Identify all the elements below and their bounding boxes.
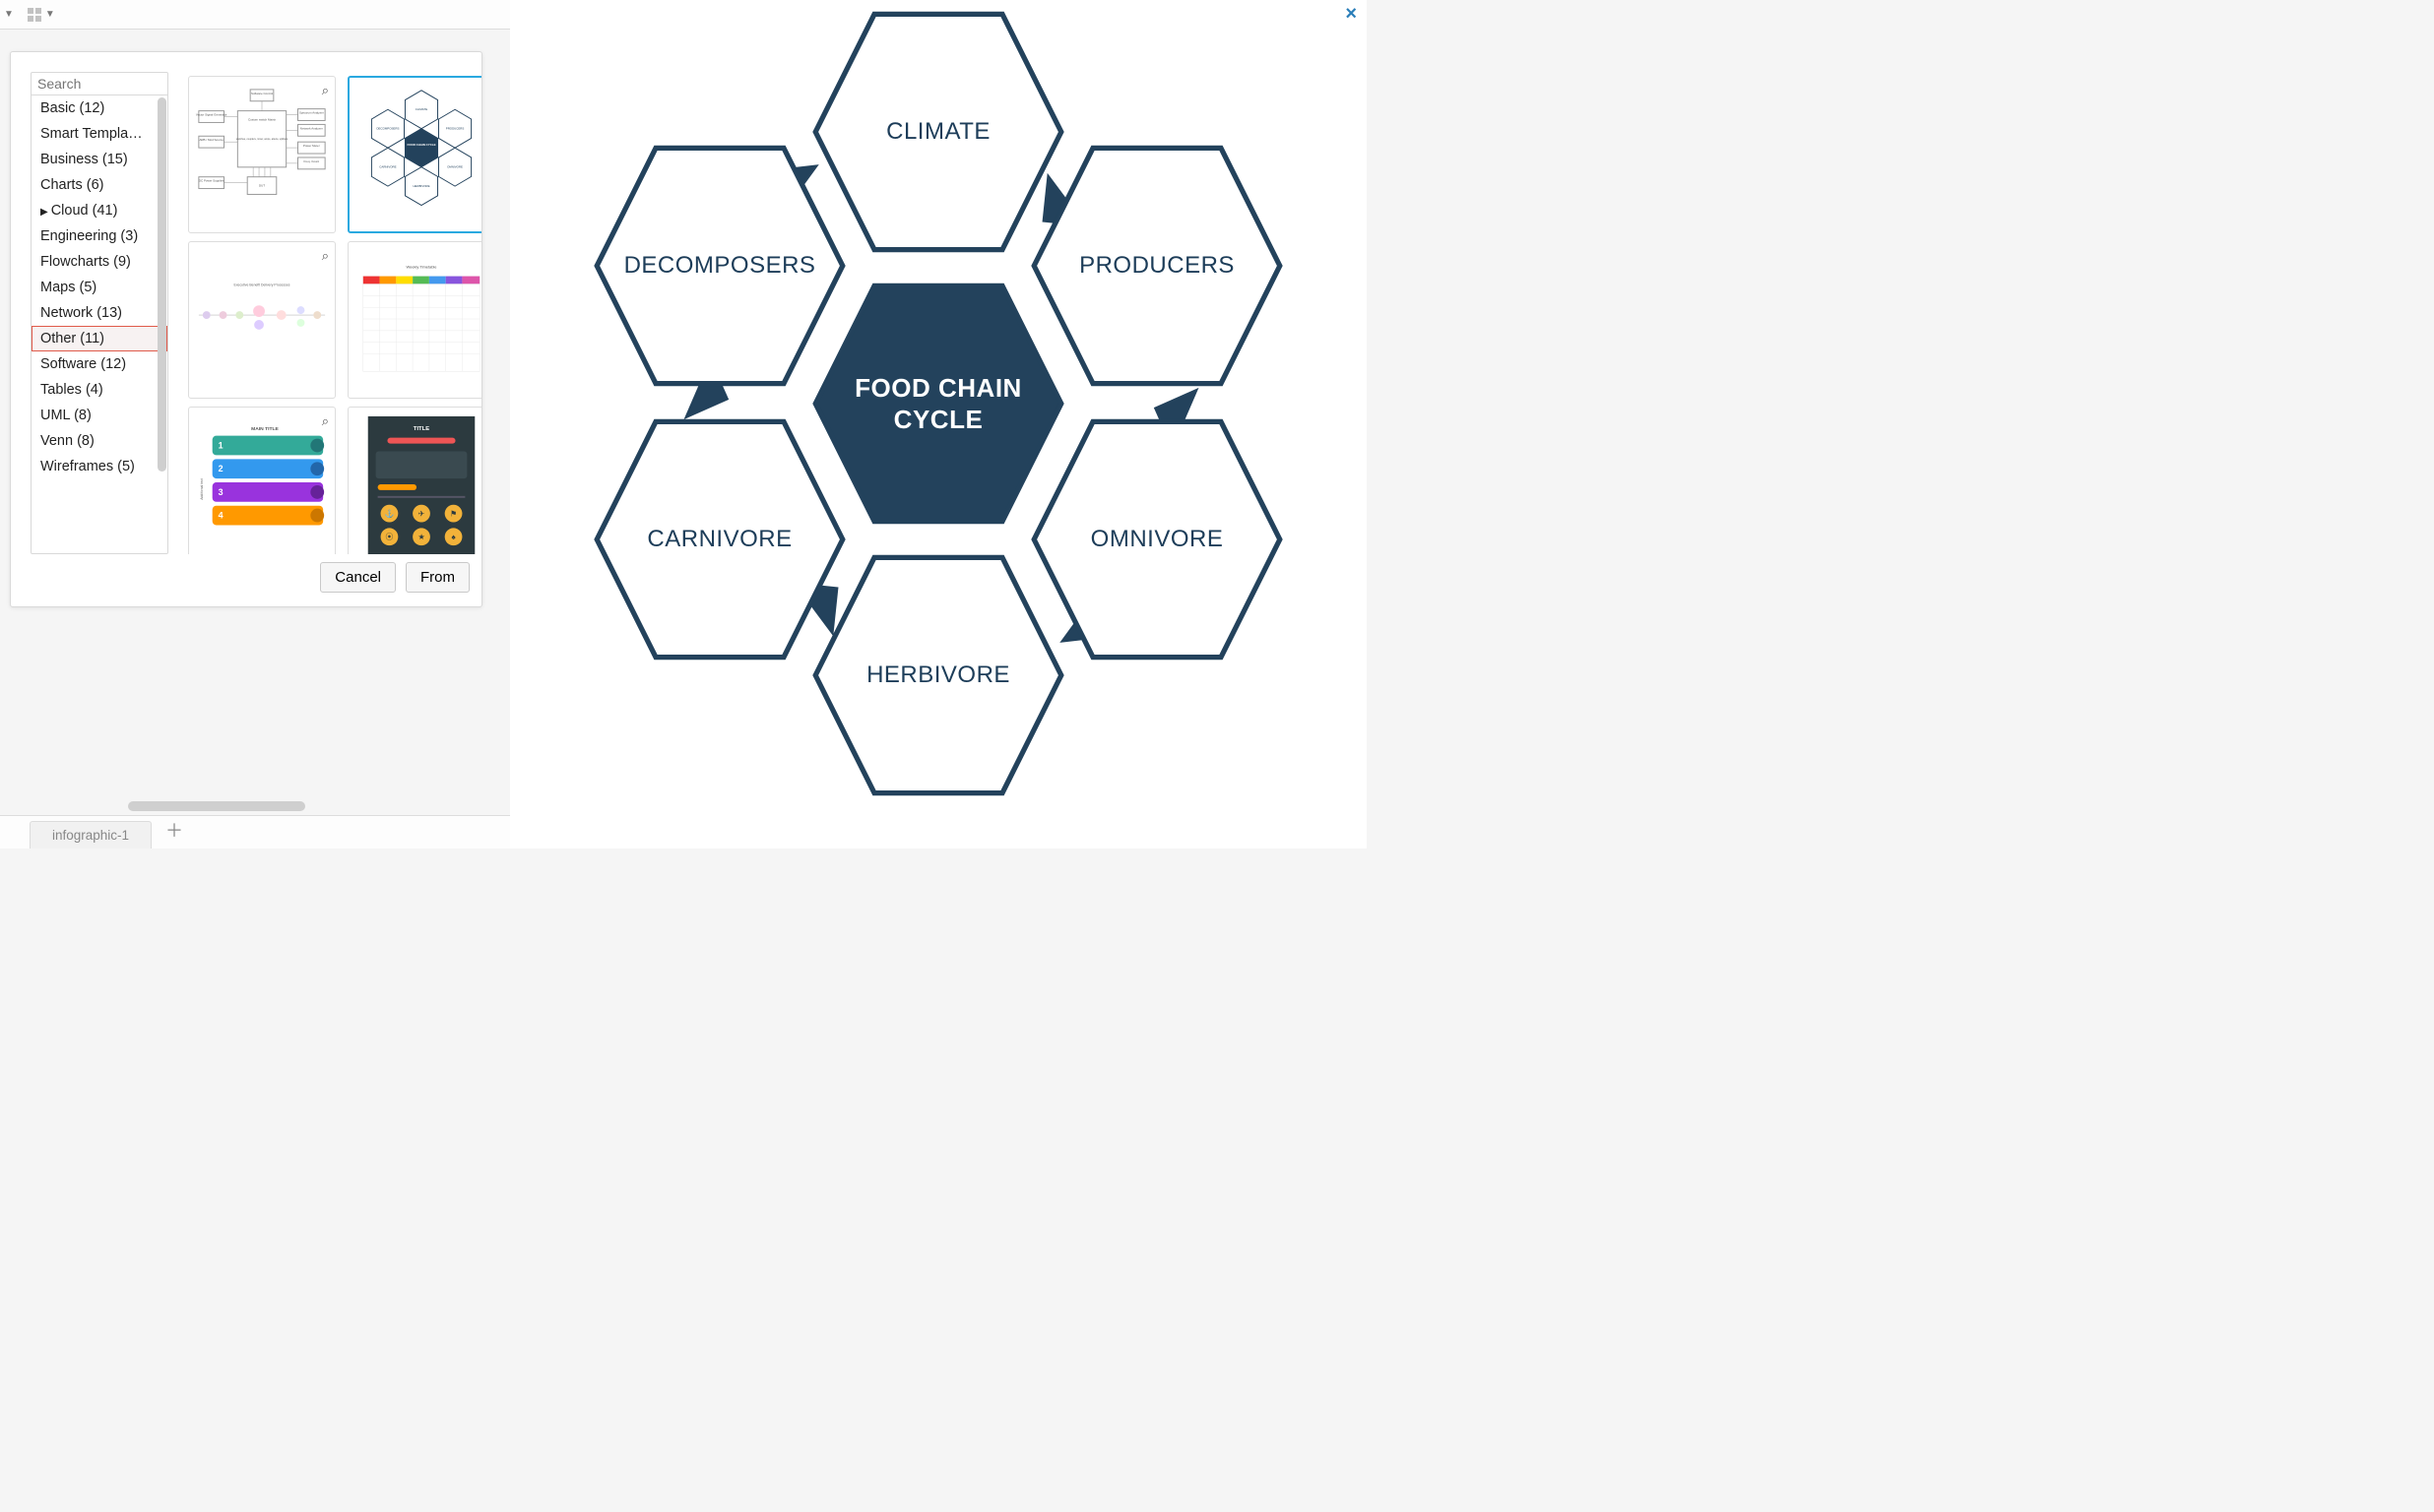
svg-text:FOOD CHAIN CYCLE: FOOD CHAIN CYCLE	[407, 143, 435, 147]
toolbar-grid-button[interactable]: ▼	[28, 8, 55, 22]
svg-text:DUT: DUT	[259, 184, 265, 188]
svg-text:Weekly Timetable: Weekly Timetable	[406, 265, 437, 270]
svg-text:switches, couplers, mixer, amp: switches, couplers, mixer, amps, attens,…	[236, 138, 288, 141]
cat-business[interactable]: Business (15)	[32, 147, 167, 172]
svg-text:Vector Signal Generator: Vector Signal Generator	[196, 113, 227, 117]
close-icon[interactable]: ×	[1345, 3, 1357, 26]
cancel-button[interactable]: Cancel	[320, 562, 396, 593]
cat-other[interactable]: Other (11)	[32, 326, 167, 351]
svg-text:Spectrum Analyzer: Spectrum Analyzer	[299, 111, 324, 115]
cat-flowcharts[interactable]: Flowcharts (9)	[32, 249, 167, 275]
cat-engineering[interactable]: Engineering (3)	[32, 223, 167, 249]
cat-network[interactable]: Network (13)	[32, 300, 167, 326]
toolbar-dropdown-1[interactable]: ▼	[4, 9, 14, 20]
svg-text:CLIMATE: CLIMATE	[416, 107, 427, 111]
svg-text:HERBIVORE: HERBIVORE	[413, 184, 429, 188]
template-list-infographic[interactable]: ⌕ MAIN TITLE Additional text 1 2 3 4	[188, 407, 336, 554]
svg-text:Custom switch Matrix: Custom switch Matrix	[248, 117, 277, 121]
category-search[interactable]: ⌕	[32, 73, 167, 95]
svg-text:1: 1	[219, 441, 224, 451]
page-tab-infographic-1[interactable]: infographic-1	[30, 821, 152, 849]
svg-text:ARB / Mod Source: ARB / Mod Source	[199, 138, 224, 142]
svg-text:4: 4	[219, 511, 224, 521]
svg-text:MAIN TITLE: MAIN TITLE	[251, 426, 279, 432]
svg-text:PRODUCERS: PRODUCERS	[446, 127, 465, 131]
template-process-flow[interactable]: ⌕ Executive Benefit Delivery Processes	[188, 241, 336, 399]
template-dark-infographic[interactable]: ⌕ TITLE ⚓✈⚑ ⦿★♠	[348, 407, 481, 554]
svg-text:Software Control: Software Control	[251, 92, 273, 95]
hex-producers: PRODUCERS	[1029, 138, 1285, 394]
search-input[interactable]	[37, 76, 168, 92]
svg-text:3: 3	[219, 487, 224, 497]
template-thumbnails: ⌕ Software Control Vector Signal Generat…	[168, 72, 481, 554]
svg-text:Network Analyzer: Network Analyzer	[300, 126, 323, 130]
add-page-button[interactable]: ＋	[154, 811, 195, 849]
svg-text:⦿: ⦿	[386, 533, 394, 541]
hex-carnivore: CARNIVORE	[592, 411, 848, 667]
svg-text:Additional text: Additional text	[200, 478, 204, 500]
svg-text:⚑: ⚑	[450, 510, 457, 519]
cat-maps[interactable]: Maps (5)	[32, 275, 167, 300]
svg-text:CARNIVORE: CARNIVORE	[379, 165, 396, 169]
svg-text:OMNIVORE: OMNIVORE	[447, 165, 463, 169]
template-block-diagram[interactable]: ⌕ Software Control Vector Signal Generat…	[188, 76, 336, 233]
horizontal-scrollbar[interactable]	[128, 801, 305, 811]
hex-omnivore: OMNIVORE	[1029, 411, 1285, 667]
cat-smart-templates[interactable]: Smart Templa…	[32, 121, 167, 147]
cat-cloud[interactable]: ▶Cloud (41)	[32, 198, 167, 223]
cat-tables[interactable]: Tables (4)	[32, 377, 167, 403]
dialog-footer: Cancel From	[11, 554, 481, 606]
template-hexagon-cycle[interactable]: ⌕ FOOD CHAIN CYCLE	[348, 76, 481, 233]
template-picker-dialog: ⌕ Basic (12) Smart Templa… Business (15)…	[10, 51, 482, 607]
svg-text:2: 2	[219, 464, 224, 473]
svg-text:Freq. Count: Freq. Count	[304, 159, 320, 163]
cat-software[interactable]: Software (12)	[32, 351, 167, 377]
grid-icon	[28, 8, 41, 22]
svg-text:DC Power Supplies: DC Power Supplies	[199, 179, 224, 183]
svg-text:DECOMPOSERS: DECOMPOSERS	[376, 127, 399, 131]
cat-wireframes[interactable]: Wireframes (5)	[32, 454, 167, 479]
hex-center: FOOD CHAINCYCLE	[810, 276, 1066, 532]
svg-text:♠: ♠	[451, 533, 455, 541]
cat-uml[interactable]: UML (8)	[32, 403, 167, 428]
svg-text:TITLE: TITLE	[414, 426, 429, 432]
cat-venn[interactable]: Venn (8)	[32, 428, 167, 454]
hex-herbivore: HERBIVORE	[810, 547, 1066, 803]
cat-basic[interactable]: Basic (12)	[32, 95, 167, 121]
svg-text:⚓: ⚓	[385, 509, 395, 519]
list-scrollbar[interactable]	[158, 97, 166, 472]
svg-text:Executive Benefit Delivery Pro: Executive Benefit Delivery Processes	[234, 283, 290, 286]
cat-charts[interactable]: Charts (6)	[32, 172, 167, 198]
chevron-down-icon: ▼	[45, 9, 55, 20]
hexagon-diagram: CLIMATE DECOMPOSERS PRODUCERS FOOD CHAIN…	[535, 12, 1342, 819]
category-list: Basic (12) Smart Templa… Business (15) C…	[32, 95, 167, 553]
hex-climate: CLIMATE	[810, 4, 1066, 260]
template-preview-pane: × CLIMATE DECOMPOSERS PRODUCERS FOOD CHA…	[510, 0, 1367, 849]
from-button[interactable]: From	[406, 562, 470, 593]
svg-text:★: ★	[417, 533, 424, 541]
svg-text:Power Meter: Power Meter	[303, 144, 320, 148]
hex-decomposers: DECOMPOSERS	[592, 138, 848, 394]
expand-icon: ▶	[40, 207, 48, 218]
category-sidebar: ⌕ Basic (12) Smart Templa… Business (15)…	[31, 72, 168, 554]
svg-text:✈: ✈	[418, 510, 425, 519]
template-weekly-timetable[interactable]: ⌕ Weekly Timetable	[348, 241, 481, 399]
